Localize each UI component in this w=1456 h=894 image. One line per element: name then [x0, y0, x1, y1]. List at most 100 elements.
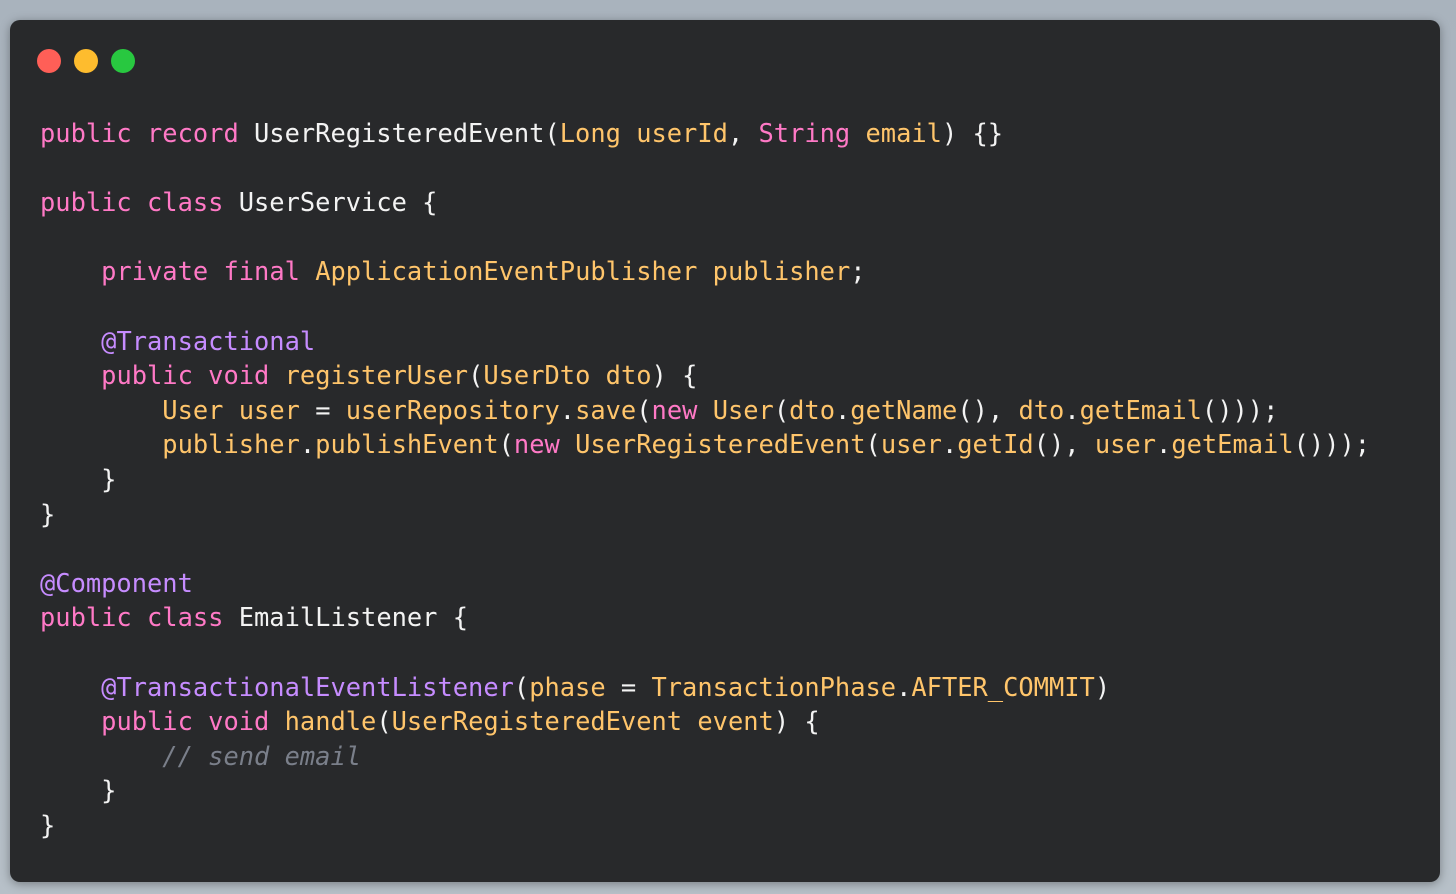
type-token: Long	[559, 118, 621, 148]
code-line: @Transactional	[40, 324, 1370, 359]
plain-token: (	[773, 394, 790, 425]
keyword-token: public	[40, 602, 132, 633]
plain-token: }	[40, 498, 56, 529]
plain-token: (	[513, 671, 530, 702]
plain-token: .	[896, 671, 912, 702]
type-token: user	[1094, 429, 1157, 460]
zoom-button[interactable]	[111, 49, 135, 73]
type-token: event	[697, 706, 774, 737]
annotation-token: @TransactionalEventListener	[101, 671, 514, 702]
code-line: // send email	[40, 739, 1370, 774]
comment-token: // send email	[162, 740, 362, 771]
close-button[interactable]	[37, 49, 61, 73]
plain-token: (	[865, 429, 881, 460]
code-block: public record UserRegisteredEvent(Long u…	[40, 116, 1370, 842]
plain-token: .	[1156, 429, 1172, 460]
type-token: user	[238, 394, 300, 425]
method-token: registerUser	[284, 360, 469, 391]
code-line: private final ApplicationEventPublisher …	[40, 254, 1370, 289]
plain-token: ) {}	[941, 118, 1004, 148]
window-controls	[37, 49, 135, 73]
keyword-token: String	[758, 118, 851, 148]
plain-token: UserService {	[223, 187, 438, 218]
type-token: UserRegisteredEvent	[391, 706, 683, 737]
code-line: }	[40, 462, 1370, 497]
plain-token: .	[1064, 394, 1080, 425]
code-line: }	[40, 773, 1370, 808]
plain-token: .	[299, 429, 316, 460]
plain-token: =	[605, 671, 652, 702]
method-token: handle	[284, 706, 377, 737]
type-token: userId	[636, 118, 728, 148]
type-token: ApplicationEventPublisher	[315, 256, 698, 287]
keyword-token: new	[651, 394, 698, 425]
keyword-token: class	[147, 187, 224, 218]
plain-token: }	[40, 809, 56, 840]
plain-token: ;	[850, 256, 866, 287]
type-token: User	[712, 394, 774, 425]
minimize-button[interactable]	[74, 49, 98, 73]
keyword-token: new	[513, 429, 560, 460]
code-line: }	[40, 497, 1370, 532]
keyword-token: void	[208, 360, 270, 391]
plain-token: ()));	[1293, 429, 1371, 460]
plain-token: (),	[957, 394, 1019, 425]
keyword-token: void	[208, 706, 270, 737]
keyword-token: record	[147, 118, 239, 148]
type-token: dto	[605, 360, 652, 391]
keyword-token: public	[40, 187, 132, 218]
code-line: @Component	[40, 566, 1370, 601]
type-token: email	[865, 118, 942, 148]
plain-token: ()));	[1201, 394, 1279, 425]
plain-token: .	[941, 429, 958, 460]
type-token: User	[162, 394, 224, 425]
type-token: publisher	[712, 256, 851, 287]
plain-token: (	[468, 360, 484, 391]
type-token: publisher	[162, 429, 300, 460]
plain-token: ) {	[651, 360, 698, 391]
code-line: public class UserService {	[40, 185, 1370, 220]
plain-token: ) {	[773, 706, 820, 737]
method-token: getId	[957, 429, 1034, 460]
plain-token: .	[559, 394, 576, 425]
code-line: @TransactionalEventListener(phase = Tran…	[40, 670, 1370, 705]
plain-token: (	[498, 429, 514, 460]
method-token: getEmail	[1079, 394, 1202, 425]
type-token: dto	[1018, 394, 1065, 425]
plain-token: ,	[727, 118, 759, 148]
code-line: publisher.publishEvent(new UserRegistere…	[40, 427, 1370, 462]
code-line: public class EmailListener {	[40, 600, 1370, 635]
method-token: publishEvent	[315, 429, 499, 460]
type-token: TransactionPhase	[651, 671, 897, 702]
plain-token: =	[299, 394, 346, 425]
plain-token: UserRegisteredEvent(	[238, 118, 560, 148]
code-window: public record UserRegisteredEvent(Long u…	[10, 20, 1440, 882]
method-token: getEmail	[1171, 429, 1294, 460]
code-line: public void registerUser(UserDto dto) {	[40, 358, 1370, 393]
keyword-token: private	[101, 256, 209, 287]
plain-token: (	[376, 706, 392, 737]
annotation-token: @Component	[40, 567, 193, 598]
code-line: public void handle(UserRegisteredEvent e…	[40, 704, 1370, 739]
annotation-token: @Transactional	[101, 325, 316, 356]
